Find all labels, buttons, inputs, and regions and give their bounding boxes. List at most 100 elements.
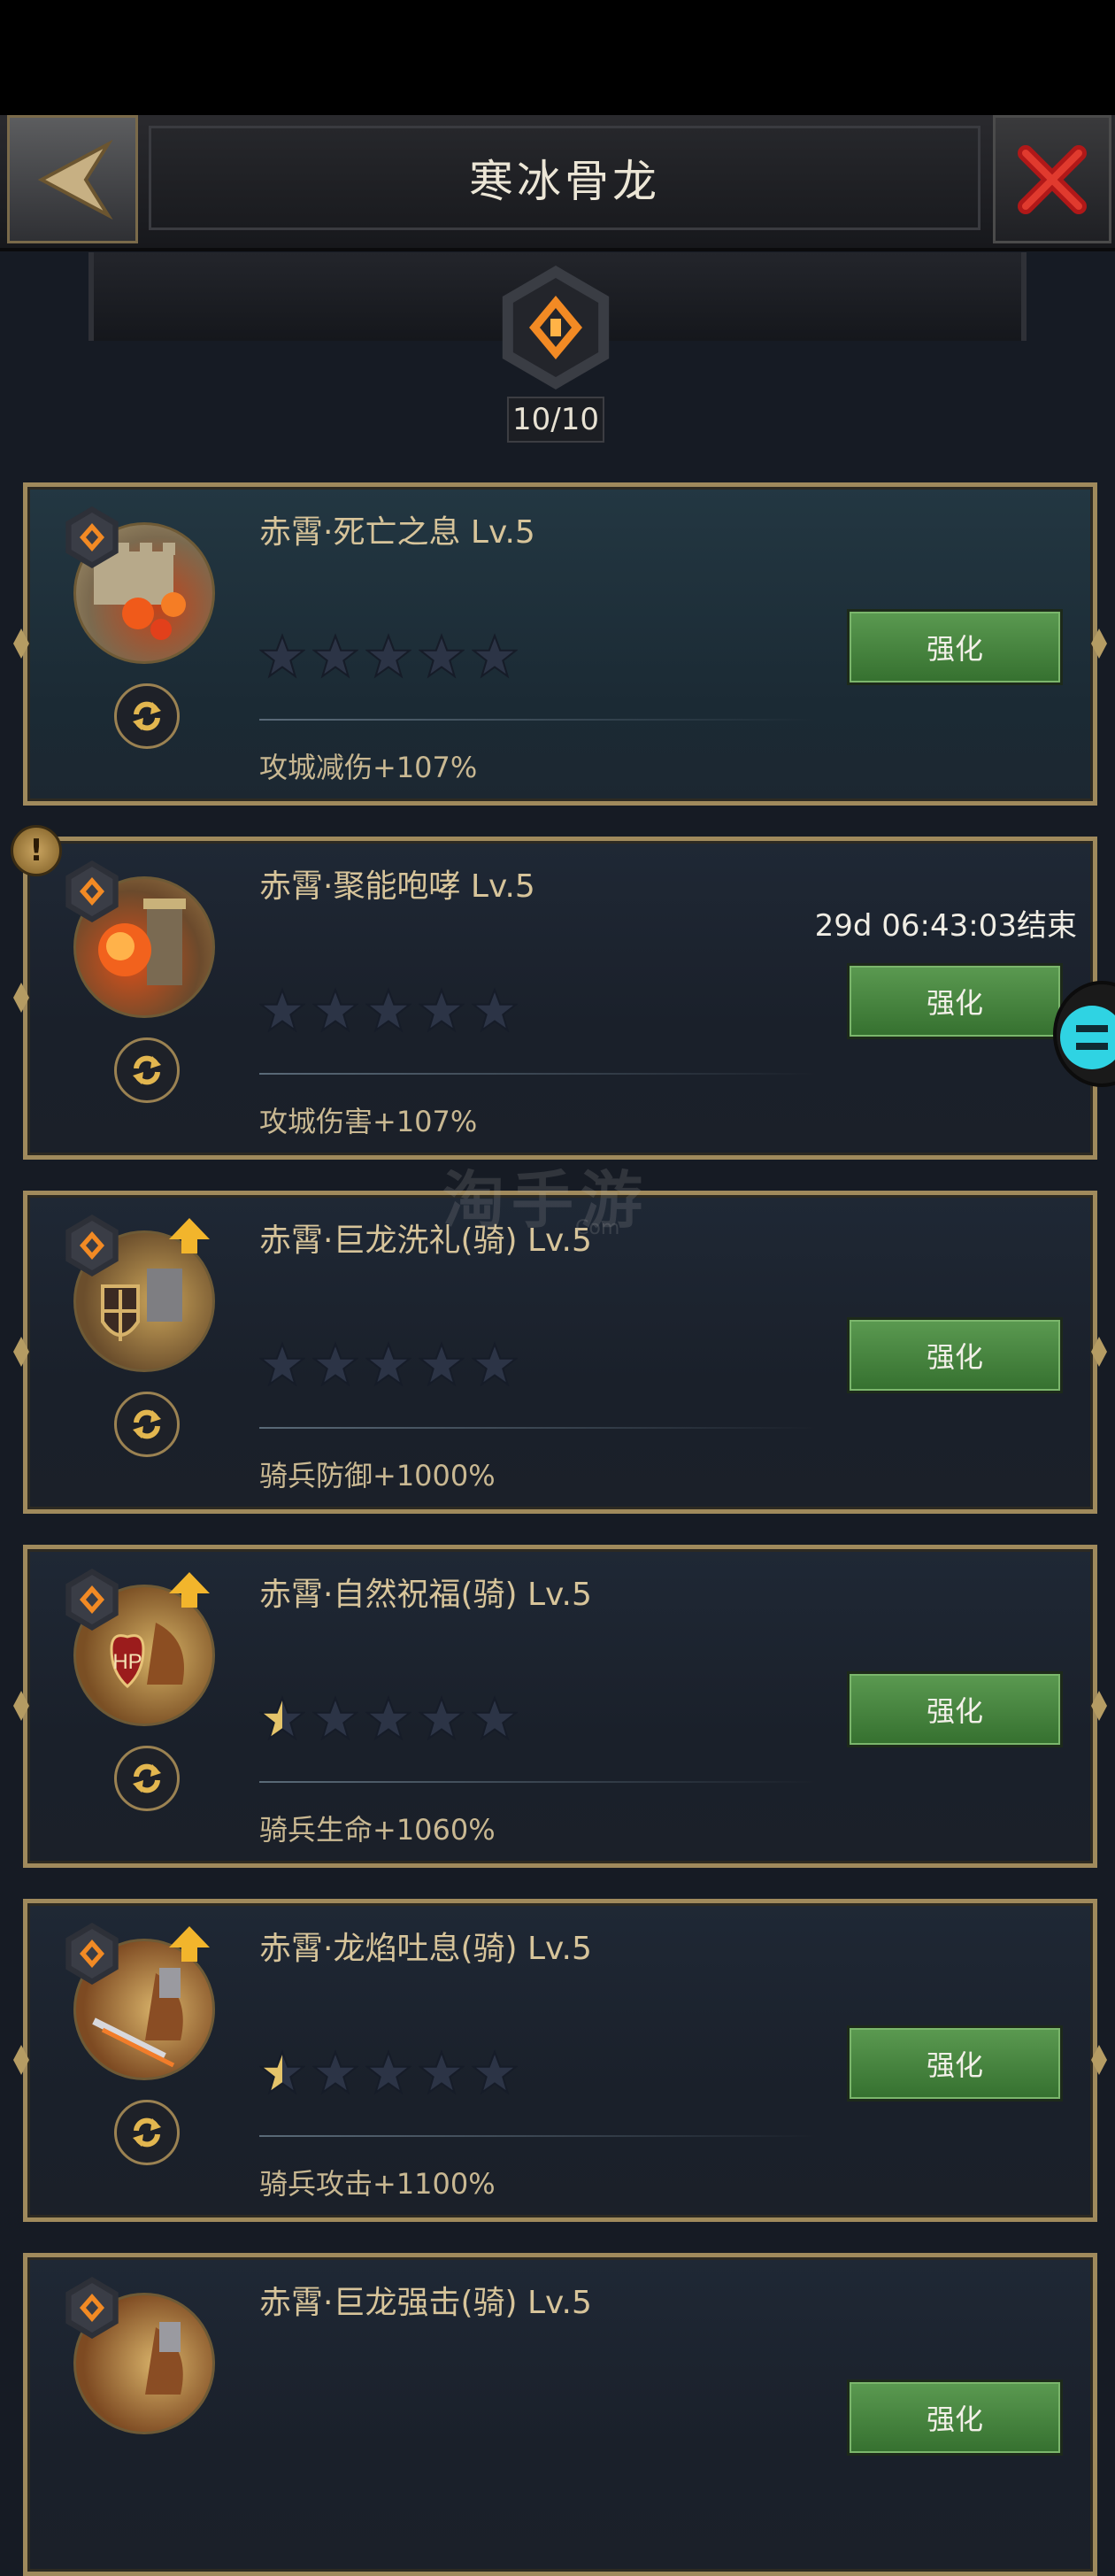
refresh-button[interactable]: [114, 2100, 180, 2165]
star-empty-icon: [312, 1341, 358, 1387]
refresh-button[interactable]: [114, 1392, 180, 1457]
refresh-icon: [133, 1409, 161, 1439]
star-empty-icon: [365, 2049, 411, 2095]
skill-card: HP 赤霄·自然祝福(骑) Lv.5 强化 骑兵生命+1060%: [13, 1545, 1107, 1868]
refresh-icon: [133, 1055, 161, 1085]
refresh-icon: [133, 2117, 161, 2148]
star-empty-icon: [365, 633, 411, 679]
close-button[interactable]: [993, 115, 1111, 243]
refresh-icon: [133, 701, 161, 731]
upgrade-arrow-icon: [169, 1218, 210, 1253]
skill-effect: 攻城减伤+107%: [259, 751, 478, 784]
star-empty-icon: [419, 2049, 465, 2095]
back-arrow-icon: [37, 139, 113, 220]
header-bar: 寒冰骨龙: [0, 115, 1115, 251]
badge-frame: [502, 266, 610, 389]
star-empty-icon: [472, 633, 518, 679]
star-empty-icon: [312, 2049, 358, 2095]
fire-rune-icon: [80, 2294, 104, 2322]
star-empty-icon: [472, 987, 518, 1033]
skill-name: 赤霄·龙焰吐息(骑) Lv.5: [259, 1931, 592, 1967]
skill-card: 赤霄·聚能咆哮 Lv.5 29d 06:43:03结束 强化 攻城伤害+107%: [13, 837, 1107, 1160]
enhance-button[interactable]: 强化: [847, 2379, 1063, 2456]
star-empty-icon: [472, 2049, 518, 2095]
card-left-nub: [13, 983, 29, 1013]
fire-rune-icon: [80, 1231, 104, 1260]
star-half-icon: [259, 2049, 305, 2095]
skill-card: 赤霄·巨龙强击(骑) Lv.5 强化: [23, 2253, 1097, 2576]
enhance-button[interactable]: 强化: [847, 1317, 1063, 1393]
refresh-button[interactable]: [114, 1037, 180, 1103]
svg-text:HP: HP: [112, 1650, 142, 1674]
star-empty-icon: [419, 1341, 465, 1387]
star-rating: [259, 1341, 518, 1387]
enhance-button[interactable]: 强化: [847, 1671, 1063, 1747]
skill-name: 赤霄·自然祝福(骑) Lv.5: [259, 1577, 592, 1613]
card-left-nub: [13, 1337, 29, 1367]
star-empty-icon: [419, 987, 465, 1033]
star-empty-icon: [312, 1695, 358, 1741]
star-empty-icon: [365, 987, 411, 1033]
skill-effect: 攻城伤害+107%: [259, 1105, 478, 1138]
page-title: 寒冰骨龙: [469, 156, 660, 207]
skill-effect: 骑兵生命+1060%: [259, 1813, 496, 1847]
star-empty-icon: [365, 1341, 411, 1387]
star-rating: [259, 2049, 518, 2095]
back-button[interactable]: [7, 115, 138, 243]
card-right-nub: [1091, 2045, 1107, 2075]
card-divider: [259, 1781, 817, 1783]
star-empty-icon: [259, 1341, 305, 1387]
watermark-sub: Com: [575, 1217, 620, 1239]
star-empty-icon: [259, 633, 305, 679]
refresh-icon: [133, 1763, 161, 1793]
card-divider: [259, 1073, 817, 1075]
fire-rune-icon: [80, 523, 104, 551]
progress-counter: 10/10: [507, 397, 604, 443]
star-empty-icon: [419, 1695, 465, 1741]
dragon-badge: 10/10: [489, 266, 622, 451]
enhance-button[interactable]: 强化: [847, 609, 1063, 685]
skill-effect: 骑兵防御+1000%: [259, 1459, 496, 1492]
upgrade-arrow-icon: [169, 1572, 210, 1608]
refresh-button[interactable]: [114, 1746, 180, 1811]
card-left-nub: [13, 1691, 29, 1721]
fire-rune-icon: [80, 877, 104, 906]
card-left-nub: [13, 629, 29, 659]
enhance-button[interactable]: 强化: [847, 2025, 1063, 2102]
skill-name: 赤霄·聚能咆哮 Lv.5: [259, 868, 535, 905]
star-rating: [259, 633, 518, 679]
skill-name: 赤霄·死亡之息 Lv.5: [259, 514, 535, 551]
star-empty-icon: [365, 1695, 411, 1741]
star-rating: [259, 987, 518, 1033]
star-half-icon: [259, 1695, 305, 1741]
title-plate: 寒冰骨龙: [149, 126, 980, 230]
card-divider: [259, 1427, 817, 1429]
star-empty-icon: [419, 633, 465, 679]
star-empty-icon: [472, 1695, 518, 1741]
card-left-nub: [13, 2045, 29, 2075]
card-right-nub: [1091, 1337, 1107, 1367]
skill-card: 赤霄·死亡之息 Lv.5 强化 攻城减伤+107%: [13, 482, 1107, 806]
card-divider: [259, 719, 817, 721]
star-empty-icon: [472, 1341, 518, 1387]
card-right-nub: [1091, 629, 1107, 659]
skill-effect: 骑兵攻击+1100%: [259, 2167, 496, 2201]
fire-rune-icon: [529, 296, 582, 359]
close-icon: [1018, 144, 1087, 214]
star-empty-icon: [312, 633, 358, 679]
refresh-button[interactable]: [114, 683, 180, 749]
upgrade-arrow-icon: [169, 1926, 210, 1962]
status-bar: [0, 0, 1115, 115]
skill-name: 赤霄·巨龙强击(骑) Lv.5: [259, 2285, 592, 2321]
alert-icon[interactable]: !: [11, 825, 62, 876]
star-empty-icon: [259, 987, 305, 1033]
card-divider: [259, 2135, 817, 2137]
skill-card: 赤霄·龙焰吐息(骑) Lv.5 强化 骑兵攻击+1100%: [13, 1899, 1107, 2222]
fire-rune-icon: [80, 1940, 104, 1968]
star-rating: [259, 1695, 518, 1741]
card-right-nub: [1091, 1691, 1107, 1721]
countdown-timer: 29d 06:43:03结束: [814, 908, 1077, 944]
enhance-button[interactable]: 强化: [847, 963, 1063, 1039]
star-empty-icon: [312, 987, 358, 1033]
fire-rune-icon: [80, 1585, 104, 1614]
